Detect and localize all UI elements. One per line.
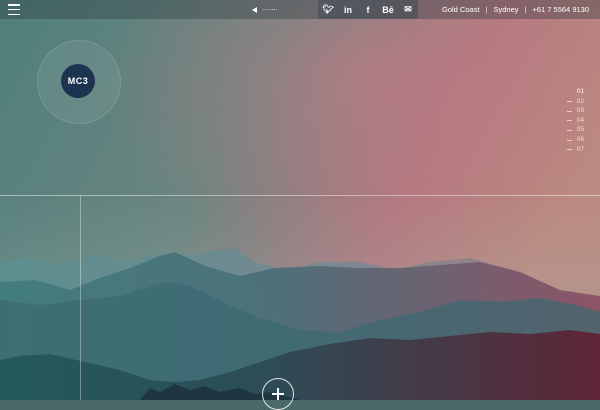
slide-nav-item[interactable]: 03 — [567, 106, 584, 116]
phone-number[interactable]: +61 7 5564 9130 — [532, 5, 589, 14]
add-button[interactable] — [262, 378, 294, 410]
separator: | — [485, 5, 488, 14]
location-sydney[interactable]: Sydney — [494, 5, 519, 14]
twitter-icon[interactable]: 🐦︎ — [318, 0, 338, 19]
behance-icon[interactable]: Bē — [378, 0, 398, 19]
facebook-icon[interactable]: f — [358, 0, 378, 19]
logo[interactable]: MC3 — [61, 64, 95, 98]
slide-nav-item[interactable]: 06 — [567, 135, 584, 145]
slide-nav-item[interactable]: 04 — [567, 116, 584, 126]
linkedin-icon[interactable]: in — [338, 0, 358, 19]
slide-nav-item[interactable]: 05 — [567, 125, 584, 135]
track-title: ........ — [262, 5, 278, 12]
location-gold-coast[interactable]: Gold Coast — [442, 5, 480, 14]
separator: | — [524, 5, 527, 14]
audio-player: ........ — [252, 3, 278, 16]
logo-text: MC3 — [67, 76, 89, 86]
mail-icon[interactable]: ✉ — [398, 0, 418, 19]
social-links: 🐦︎ in f Bē ✉ — [318, 0, 418, 19]
slide-navigation: 01 02 03 04 05 06 07 — [567, 87, 584, 155]
slide-nav-item[interactable]: 01 — [577, 87, 584, 97]
plus-icon — [272, 388, 284, 400]
horizontal-guide-line — [0, 195, 600, 196]
slide-nav-item[interactable]: 07 — [567, 145, 584, 155]
slide-nav-item[interactable]: 02 — [567, 97, 584, 107]
hamburger-menu-icon[interactable] — [8, 4, 20, 15]
prev-arrow-icon[interactable] — [252, 6, 257, 13]
vertical-guide-line — [80, 195, 81, 400]
contact-info: Gold Coast | Sydney | +61 7 5564 9130 — [442, 0, 589, 19]
